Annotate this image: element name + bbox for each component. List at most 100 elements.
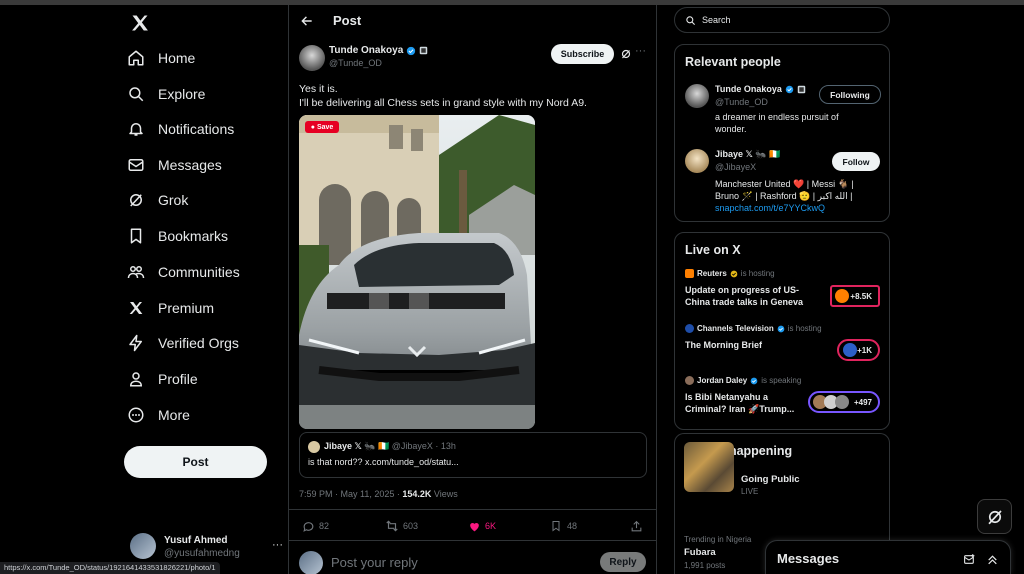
nav-label: Messages [158,157,222,173]
search-input[interactable]: Search [674,7,890,33]
quoted-author-name: Jibaye 𝕏 🐜 🇨🇮 [324,441,390,451]
person-handle: @JibayeX [715,162,757,172]
more-options-icon[interactable]: ··· [635,45,646,57]
post-text: Yes it is. I'll be delivering all Chess … [299,82,649,110]
account-name: Yusuf Ahmed [164,535,228,546]
nav-profile[interactable]: Profile [126,364,198,394]
nav-grok[interactable]: Grok [126,185,188,215]
nav-messages[interactable]: Messages [126,150,222,180]
share-action[interactable] [629,519,643,533]
nav-premium[interactable]: Premium [126,293,214,323]
like-count: 6K [485,521,497,531]
right-sidebar: Search Relevant people Tunde Onakoya @Tu… [674,5,891,574]
space-host-row: Channels Television is hosting [685,324,822,333]
more-icon[interactable]: ··· [272,539,283,551]
space-status: is speaking [761,376,802,385]
nav-communities[interactable]: Communities [126,257,240,287]
space-title-line: Criminal? Iran 🚀Trump... [685,404,795,414]
page-title: Post [333,13,362,28]
share-icon [629,519,643,533]
like-action[interactable]: 6K [467,519,496,533]
verified-badge-icon [785,85,794,94]
nav-verified-orgs[interactable]: Verified Orgs [126,328,239,358]
space-listener-badge[interactable]: +8.5K [830,285,880,307]
lightning-icon [126,333,146,353]
nav-more[interactable]: More [126,400,190,430]
new-message-icon[interactable] [962,552,976,566]
reply-composer: Post your reply Reply [289,545,656,574]
back-arrow-icon[interactable] [299,13,315,29]
repost-count: 603 [403,521,419,531]
person-name-row[interactable]: Tunde Onakoya [715,84,806,94]
browser-status-url: https://x.com/Tunde_OD/status/1921641433… [0,562,220,574]
trend-context: Trending in Nigeria [684,535,752,544]
nav-label: Grok [158,192,189,208]
bookmark-icon [549,519,563,533]
grok-icon[interactable] [619,47,633,61]
account-handle: @yusufahmedng [164,548,240,559]
author-handle[interactable]: @Tunde_OD [329,58,382,68]
affiliate-badge-icon [797,85,806,94]
nav-label: Explore [158,86,206,102]
post-button[interactable]: Post [124,446,267,478]
nav-label: Verified Orgs [158,335,239,351]
verified-badge-icon [750,377,758,385]
view-count: 154.2K [402,489,432,499]
post-photo[interactable]: ● Save [299,115,535,429]
grok-floating-button[interactable] [977,499,1012,534]
messages-drawer[interactable]: Messages [765,540,1011,574]
nav-home[interactable]: Home [126,43,195,73]
trend-post-count: 1,991 posts [684,561,726,570]
author-name-row[interactable]: Tunde Onakoya [329,45,428,56]
follow-button[interactable]: Follow [832,152,880,171]
reply-action[interactable]: 82 [301,519,329,533]
envelope-icon [126,155,146,175]
verified-badge-icon [406,46,416,56]
pinterest-save-button[interactable]: ● Save [305,121,339,133]
avatar[interactable] [299,45,325,71]
event-title[interactable]: Going Public [741,474,800,485]
listener-count: +497 [853,397,872,407]
bookmark-action[interactable]: 48 [549,519,577,533]
person-name: Tunde Onakoya [715,84,782,94]
post-detail: Post Tunde Onakoya @Tunde_OD Subscribe ·… [288,5,657,574]
post-timestamp[interactable]: 7:59 PM · May 11, 2025 · [299,489,402,499]
event-status: LIVE [741,487,759,496]
post-header: Post [289,5,656,37]
avatar[interactable] [685,149,709,173]
space-listener-badge[interactable]: +497 [808,391,880,413]
repost-icon [385,519,399,533]
subscribe-button[interactable]: Subscribe [551,44,614,64]
trend-title[interactable]: Fubara [684,547,716,558]
person-bio: a dreamer in endless pursuit of wonder. [715,112,839,134]
people-icon [126,262,146,282]
reply-input[interactable]: Post your reply [331,555,418,570]
bell-icon [126,119,146,139]
space-title-line: Is Bibi Netanyahu a [685,392,769,402]
grok-icon [986,508,1004,526]
avatar [130,533,156,559]
space-status: is hosting [787,324,822,333]
repost-action[interactable]: 603 [385,519,418,533]
quoted-author-handle: @JibayeX · 13h [391,441,456,451]
x-logo-icon[interactable] [130,13,150,33]
avatar[interactable] [685,84,709,108]
event-thumbnail[interactable] [684,442,734,492]
messages-drawer-title: Messages [777,551,840,566]
quoted-post[interactable]: Jibaye 𝕏 🐜 🇨🇮 @JibayeX · 13h is that nor… [299,432,647,478]
space-title[interactable]: The Morning Brief [685,339,762,351]
nav-notifications[interactable]: Notifications [126,114,234,144]
chevron-up-icon[interactable] [985,552,999,566]
nav-explore[interactable]: Explore [126,79,205,109]
space-listener-badge[interactable]: +1K [837,339,880,361]
following-button[interactable]: Following [819,85,881,104]
listener-count: +8.5K [850,291,872,301]
person-name[interactable]: Jibaye 𝕏 🐜 🇨🇮 [715,149,780,160]
space-title[interactable]: Update on progress of US- China trade ta… [685,284,803,308]
space-host: Jordan Daley [697,376,748,385]
nav-bookmarks[interactable]: Bookmarks [126,221,228,251]
account-switcher[interactable]: Yusuf Ahmed @yusufahmedng ··· [130,529,283,563]
space-title[interactable]: Is Bibi Netanyahu a Criminal? Iran 🚀Trum… [685,391,794,415]
reply-button[interactable]: Reply [600,552,646,572]
bio-link[interactable]: snapchat.com/t/e7YYCkwQ [715,202,885,214]
